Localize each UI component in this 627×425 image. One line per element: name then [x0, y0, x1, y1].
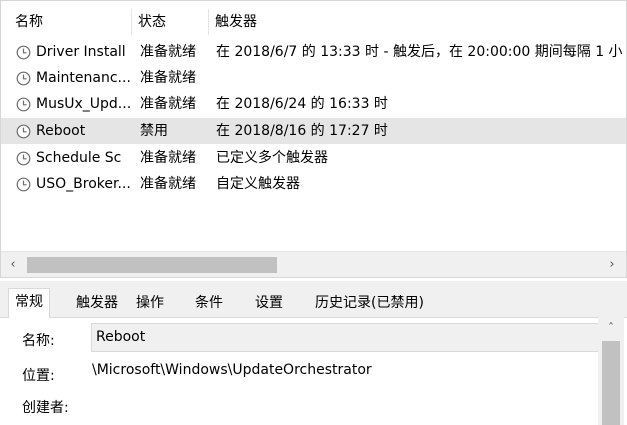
vertical-scroll-thumb[interactable]: [602, 341, 620, 425]
task-trigger: [216, 65, 627, 91]
task-trigger: 在 2018/6/24 的 16:33 时: [216, 96, 388, 112]
task-row-selected[interactable]: Reboot 禁用 在 2018/8/16 的 17:27 时: [1, 118, 626, 144]
tab-triggers[interactable]: 触发器: [70, 290, 124, 318]
clock-icon: [16, 151, 31, 166]
task-status: 准备就绪: [140, 150, 196, 166]
tab-settings[interactable]: 设置: [249, 290, 289, 318]
task-status: 准备就绪: [140, 176, 196, 192]
task-status: 准备就绪: [140, 44, 196, 60]
task-row[interactable]: USO_Broker... 准备就绪 自定义触发器: [1, 171, 626, 197]
horizontal-scrollbar[interactable]: ‹ ›: [1, 251, 626, 277]
name-field[interactable]: Reboot: [91, 323, 599, 352]
task-status: 准备就绪: [140, 96, 196, 112]
tab-actions[interactable]: 操作: [130, 290, 170, 318]
clock-icon: [16, 124, 31, 139]
task-status: 禁用: [140, 123, 168, 139]
task-row[interactable]: MusUx_Upd... 准备就绪 在 2018/6/24 的 16:33 时: [1, 91, 626, 117]
task-name: MusUx_Upd...: [36, 96, 132, 112]
task-trigger: 在 2018/6/7 的 13:33 时 - 触发后，在 20:00:00 期间…: [216, 44, 623, 60]
detail-tabs: 常规 触发器 操作 条件 设置 历史记录(已禁用): [0, 288, 627, 319]
task-name: USO_Broker...: [36, 176, 131, 192]
column-header-name[interactable]: 名称: [9, 9, 131, 35]
task-trigger: 自定义触发器: [216, 176, 300, 192]
chevron-right-icon[interactable]: ›: [604, 255, 620, 275]
task-name: Schedule Sc: [36, 150, 122, 166]
task-row[interactable]: Schedule Sc 准备就绪 已定义多个触发器: [1, 145, 626, 171]
tab-general[interactable]: 常规: [8, 288, 50, 319]
task-trigger: 已定义多个触发器: [216, 150, 328, 166]
horizontal-scroll-thumb[interactable]: [27, 257, 277, 273]
tab-history[interactable]: 历史记录(已禁用): [309, 290, 430, 318]
task-status: 准备就绪: [140, 70, 196, 86]
clock-icon: [16, 97, 31, 112]
task-name: Driver Install: [36, 44, 126, 60]
task-list: 名称 状态 触发器 Driver Install 准备就绪 在 2018/6/7…: [0, 0, 627, 278]
column-header-status[interactable]: 状态: [132, 9, 208, 35]
location-value: \Microsoft\Windows\UpdateOrchestrator: [92, 362, 372, 378]
task-trigger: 在 2018/8/16 的 17:27 时: [216, 123, 388, 139]
clock-icon: [16, 71, 31, 86]
task-row[interactable]: Driver Install 准备就绪 在 2018/6/7 的 13:33 时…: [1, 39, 626, 65]
task-name: Reboot: [36, 123, 86, 139]
tab-conditions[interactable]: 条件: [189, 290, 229, 318]
chevron-up-icon[interactable]: ˆ: [603, 320, 619, 336]
task-row[interactable]: Maintenanc... 准备就绪: [1, 65, 626, 91]
location-label: 位置:: [22, 368, 55, 384]
general-tab-pane: 名称: Reboot 位置: \Microsoft\Windows\Update…: [0, 318, 627, 425]
column-header-trigger[interactable]: 触发器: [209, 9, 627, 35]
name-label: 名称:: [22, 333, 55, 349]
clock-icon: [16, 45, 31, 60]
author-label: 创建者:: [22, 400, 69, 416]
list-header: 名称 状态 触发器: [1, 9, 626, 35]
vertical-scrollbar[interactable]: ˆ: [598, 317, 624, 425]
task-detail-panel: 常规 触发器 操作 条件 设置 历史记录(已禁用) 名称: Reboot 位置:…: [0, 281, 627, 425]
chevron-left-icon[interactable]: ‹: [5, 255, 21, 275]
clock-icon: [16, 177, 31, 192]
task-name: Maintenanc...: [36, 70, 131, 86]
